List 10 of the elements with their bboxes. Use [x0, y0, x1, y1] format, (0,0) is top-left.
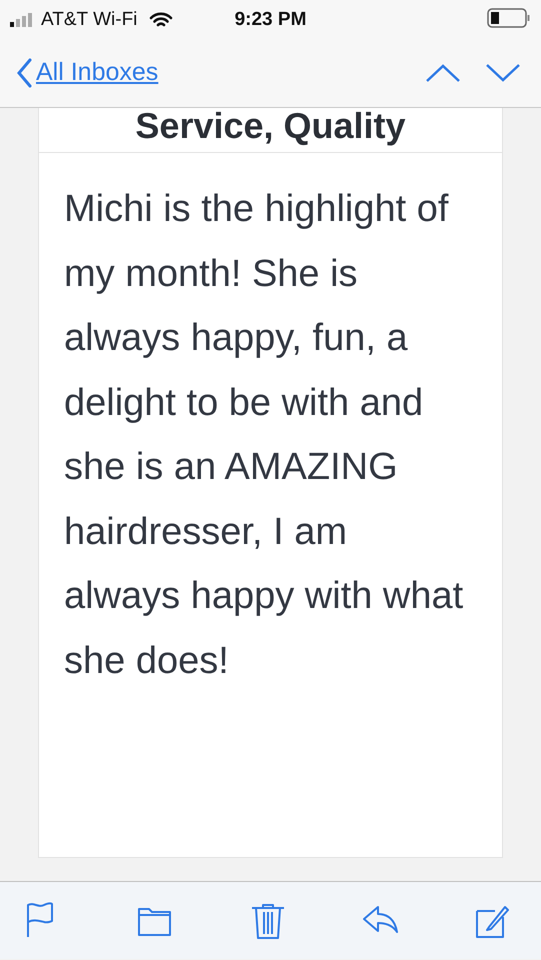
carrier-label: AT&T Wi-Fi — [41, 8, 138, 32]
wifi-icon — [149, 12, 174, 28]
message-heading: Service, Quality — [135, 108, 406, 146]
battery-icon — [487, 8, 531, 28]
chevron-left-icon — [16, 58, 32, 88]
message-text: Michi is the highlight of my month! She is always happy, fun, a delight to be with and she is an AMAZING hairdresser, I am always happy with what she does! — [63, 187, 464, 684]
chevron-up-icon[interactable] — [425, 62, 461, 82]
clock-time: 9:23 PM — [234, 9, 306, 30]
chevron-down-icon[interactable] — [485, 62, 521, 82]
back-link[interactable]: All Inboxes — [16, 54, 158, 92]
